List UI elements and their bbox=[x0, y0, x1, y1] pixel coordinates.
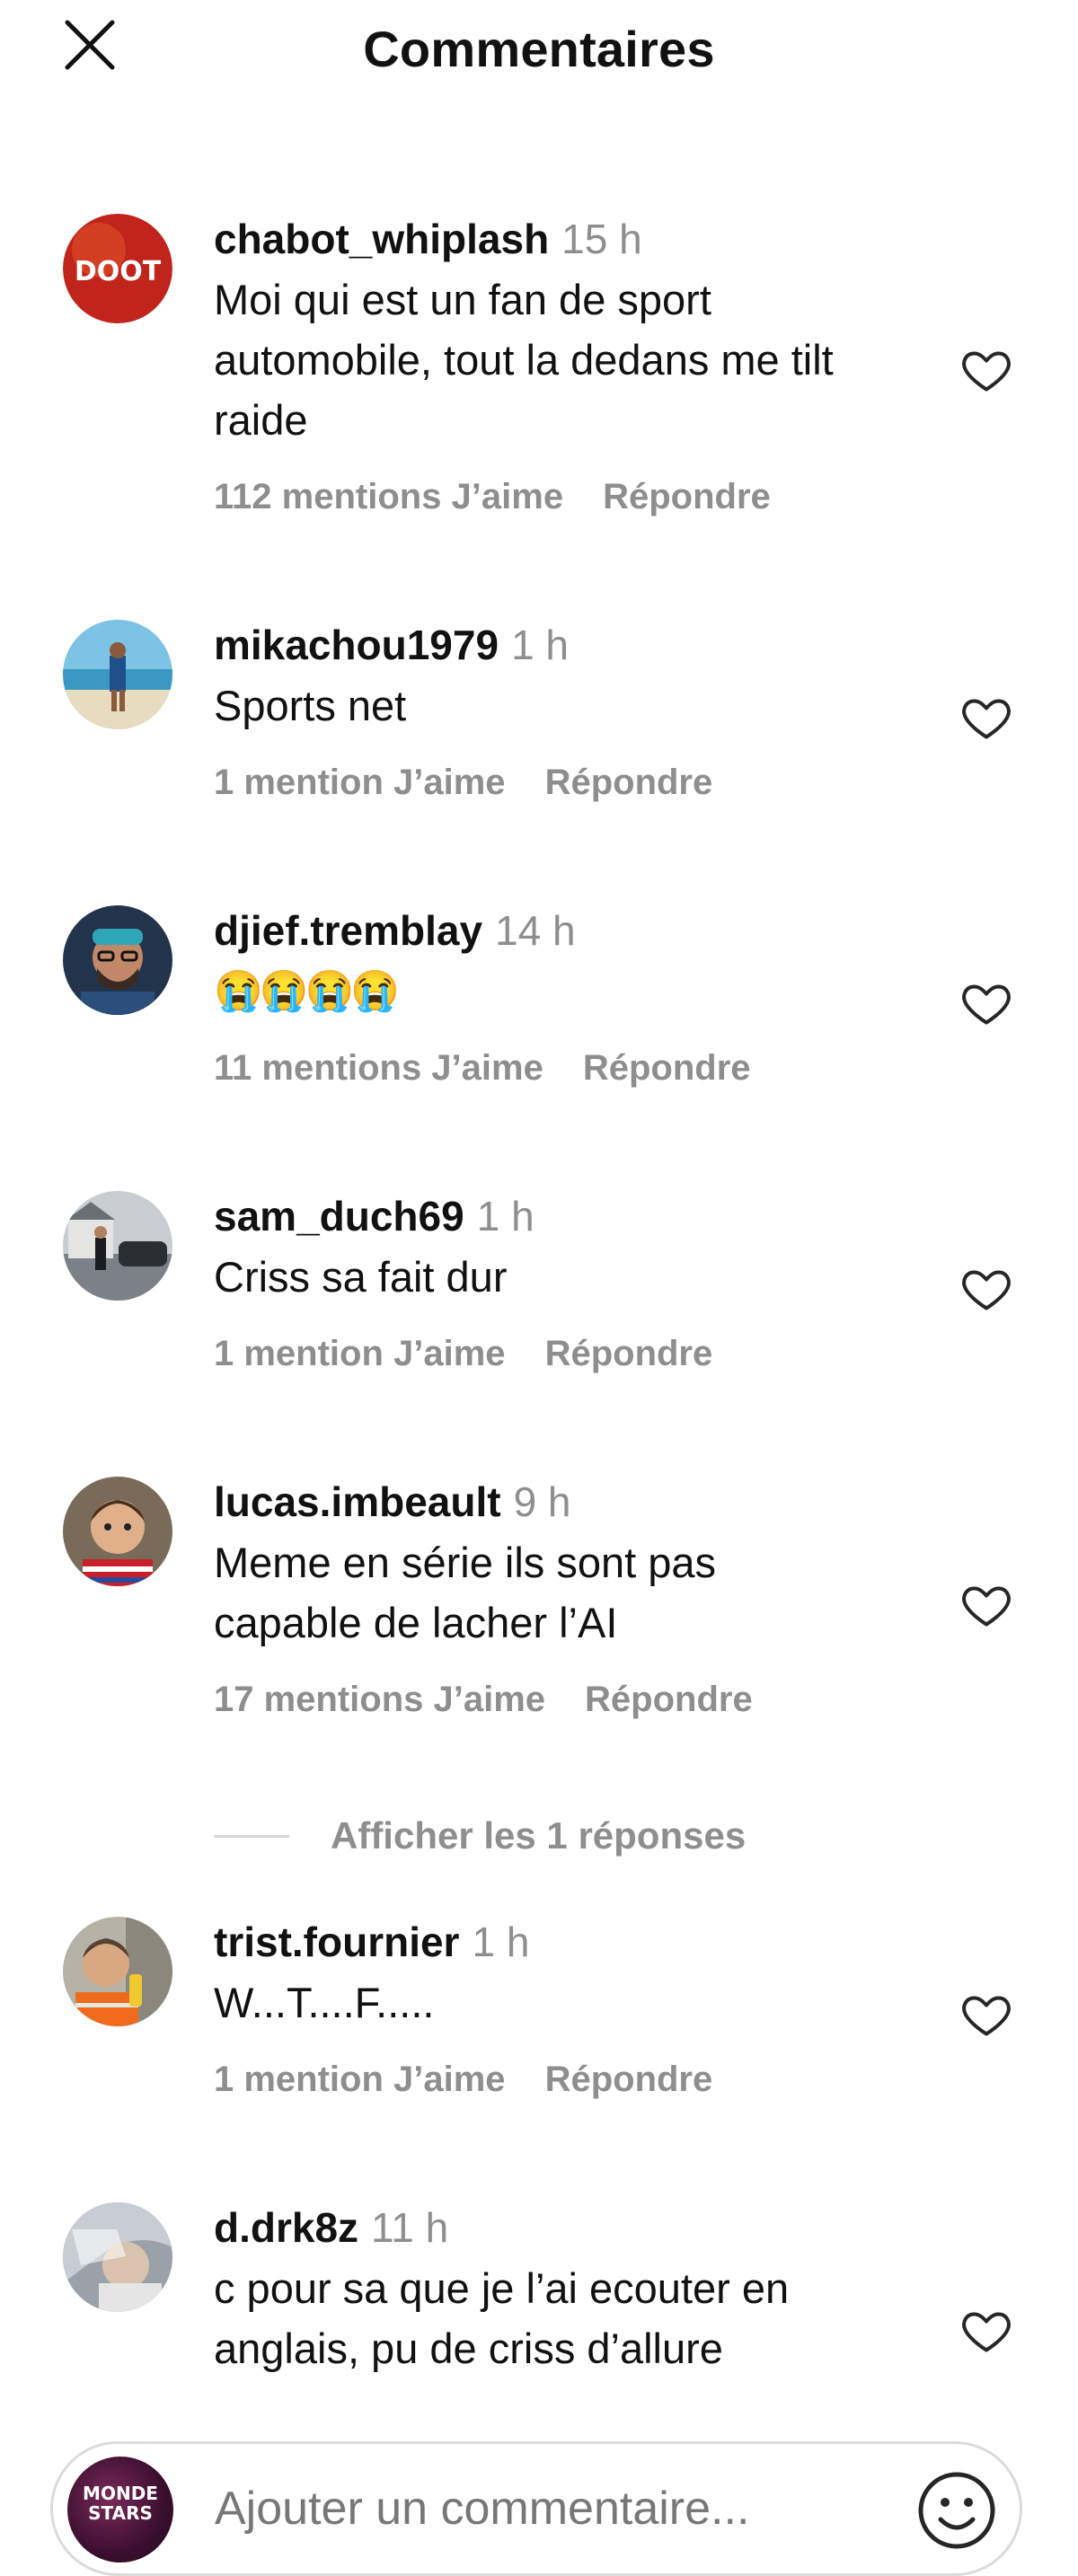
reply-button[interactable]: Répondre bbox=[583, 1048, 751, 1088]
comment-username[interactable]: mikachou1979 bbox=[214, 622, 499, 668]
comment-text: c pour sa que je l’ai ecouter en anglais… bbox=[214, 2264, 790, 2372]
comment-likes[interactable]: 11 mentions J’aime bbox=[214, 1048, 543, 1088]
page-title: Commentaires bbox=[363, 21, 715, 77]
comment-likes[interactable]: 17 mentions J’aime bbox=[214, 1680, 545, 1719]
comment-text: Meme en série ils sont pas capable de la… bbox=[214, 1539, 717, 1646]
like-button[interactable] bbox=[959, 1261, 1013, 1315]
comment-username[interactable]: trist.fournier bbox=[214, 1919, 459, 1965]
avatar[interactable] bbox=[63, 905, 172, 1015]
avatar[interactable]: DOOT bbox=[63, 214, 172, 323]
heart-icon bbox=[962, 1996, 1011, 2036]
avatar[interactable] bbox=[63, 1917, 172, 2026]
comment-text: W...T....F..... bbox=[214, 1979, 435, 2026]
comment-time: 9 h bbox=[513, 1478, 571, 1525]
svg-text:DOOT: DOOT bbox=[75, 256, 162, 287]
comment-text: Moi qui est un fan de sport automobile, … bbox=[214, 276, 834, 444]
comment-input[interactable] bbox=[215, 2482, 862, 2536]
like-button[interactable] bbox=[959, 1987, 1013, 2041]
comment-composer: MONDE STARS bbox=[50, 2441, 1022, 2576]
view-replies[interactable]: Afficher les 1 réponses bbox=[214, 1814, 746, 1868]
comment-text: Criss sa fait dur bbox=[214, 1253, 508, 1301]
avatar[interactable] bbox=[63, 620, 172, 729]
avatar[interactable]: MONDE STARS bbox=[67, 2457, 173, 2563]
comment-username[interactable]: djief.tremblay bbox=[214, 907, 482, 954]
comment-time: 1 h bbox=[511, 622, 570, 668]
heart-icon bbox=[962, 351, 1011, 392]
comment-time: 1 h bbox=[476, 1193, 535, 1239]
emoji-button[interactable] bbox=[915, 2469, 998, 2552]
header: Commentaires bbox=[0, 0, 1078, 99]
reply-button[interactable]: Répondre bbox=[545, 1334, 713, 1373]
comment-time: 1 h bbox=[472, 1919, 530, 1965]
avatar[interactable] bbox=[63, 1477, 172, 1586]
reply-button[interactable]: Répondre bbox=[603, 477, 771, 516]
avatar-logo: MONDE STARS bbox=[83, 2483, 158, 2524]
like-button[interactable] bbox=[959, 975, 1013, 1029]
comment-likes[interactable]: 112 mentions J’aime bbox=[214, 477, 563, 516]
heart-icon bbox=[962, 2312, 1011, 2352]
comment-time: 15 h bbox=[561, 216, 642, 262]
avatar[interactable] bbox=[63, 2202, 172, 2312]
like-button[interactable] bbox=[959, 342, 1013, 396]
comment-time: 11 h bbox=[371, 2204, 449, 2251]
like-button[interactable] bbox=[959, 690, 1013, 744]
comment-likes[interactable]: 1 mention J’aime bbox=[214, 2060, 506, 2099]
view-replies-label[interactable]: Afficher les 1 réponses bbox=[331, 1814, 746, 1857]
comment-likes[interactable]: 1 mention J’aime bbox=[214, 763, 506, 802]
divider bbox=[214, 1834, 289, 1838]
reply-button[interactable]: Répondre bbox=[545, 763, 713, 802]
heart-icon bbox=[962, 984, 1011, 1025]
comment-likes[interactable]: 1 mention J’aime bbox=[214, 1334, 506, 1373]
comment-time: 14 h bbox=[495, 907, 576, 954]
like-button[interactable] bbox=[959, 2303, 1013, 2357]
comment-username[interactable]: chabot_whiplash bbox=[214, 216, 549, 262]
comment-username[interactable]: d.drk8z bbox=[214, 2204, 358, 2251]
heart-icon bbox=[962, 1586, 1011, 1627]
like-button[interactable] bbox=[959, 1577, 1013, 1631]
comment-text: Sports net bbox=[214, 682, 407, 729]
comment-username[interactable]: sam_duch69 bbox=[214, 1193, 464, 1239]
reply-button[interactable]: Répondre bbox=[545, 2060, 713, 2099]
heart-icon bbox=[962, 699, 1011, 739]
emoji-icon bbox=[918, 2472, 995, 2549]
reply-button[interactable]: Répondre bbox=[585, 1680, 753, 1719]
comment-username[interactable]: lucas.imbeault bbox=[214, 1478, 501, 1525]
comment-text: 😭😭😭😭 bbox=[214, 969, 400, 1013]
heart-icon bbox=[962, 1270, 1011, 1310]
avatar[interactable] bbox=[63, 1191, 172, 1301]
